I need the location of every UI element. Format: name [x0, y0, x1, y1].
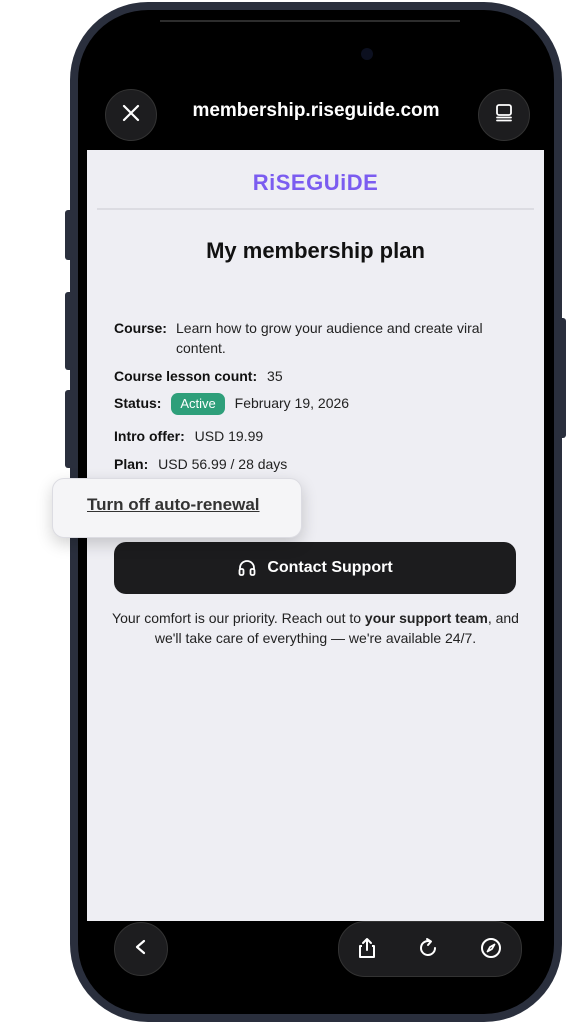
close-button[interactable] — [105, 89, 157, 141]
compass-button[interactable] — [476, 933, 506, 963]
status-date: February 19, 2026 — [234, 395, 350, 411]
riseguide-logo: RiSEGUiDE — [252, 170, 379, 195]
intro-offer-value: USD 19.99 — [194, 428, 264, 444]
share-icon — [359, 938, 375, 958]
tabs-button[interactable] — [478, 89, 530, 141]
plan-label: Plan: — [114, 456, 149, 472]
back-button[interactable] — [114, 922, 168, 976]
lesson-count-value: 35 — [267, 368, 283, 384]
course-row: Course: — [114, 318, 167, 338]
status-badge: Active — [171, 393, 225, 415]
reload-button[interactable] — [413, 933, 443, 963]
power-button — [558, 318, 566, 438]
page-title: My membership plan — [206, 238, 425, 263]
plan-value: USD 56.99 / 28 days — [158, 456, 288, 472]
close-icon — [121, 103, 141, 128]
support-message: Your comfort is our priority. Reach out … — [107, 608, 524, 648]
lesson-count-row: Course lesson count: 35 — [114, 366, 283, 386]
course-label: Course: — [114, 320, 167, 336]
speaker-grille — [160, 20, 460, 22]
intro-offer-row: Intro offer: USD 19.99 — [114, 426, 263, 446]
header-divider — [97, 208, 534, 210]
intro-offer-label: Intro offer: — [114, 428, 185, 444]
chevron-left-icon — [132, 938, 150, 961]
course-value: Learn how to grow your audience and crea… — [176, 320, 483, 356]
status-label: Status: — [114, 395, 162, 411]
reload-icon — [420, 938, 436, 956]
share-button[interactable] — [352, 933, 382, 963]
plan-row: Plan: USD 56.99 / 28 days — [114, 454, 287, 474]
auto-renewal-popup: Turn off auto-renewal — [52, 478, 302, 538]
tabs-icon — [494, 103, 514, 128]
lesson-count-label: Course lesson count: — [114, 368, 258, 384]
support-message-pre: Your comfort is our priority. Reach out … — [112, 610, 365, 626]
action-button — [65, 210, 73, 260]
volume-up-button — [65, 292, 73, 370]
status-row: Status: Active February 19, 2026 — [114, 393, 349, 415]
contact-support-label: Contact Support — [267, 559, 393, 576]
support-team-link[interactable]: your support team — [365, 610, 488, 626]
url-bar[interactable]: membership.riseguide.com — [160, 100, 472, 122]
camera-dot — [361, 48, 373, 60]
headphones-icon — [238, 560, 256, 576]
turn-off-auto-renewal-link[interactable]: Turn off auto-renewal — [87, 495, 260, 515]
contact-support-button[interactable]: Contact Support — [114, 542, 516, 594]
volume-down-button — [65, 390, 73, 468]
compass-icon — [481, 938, 501, 958]
